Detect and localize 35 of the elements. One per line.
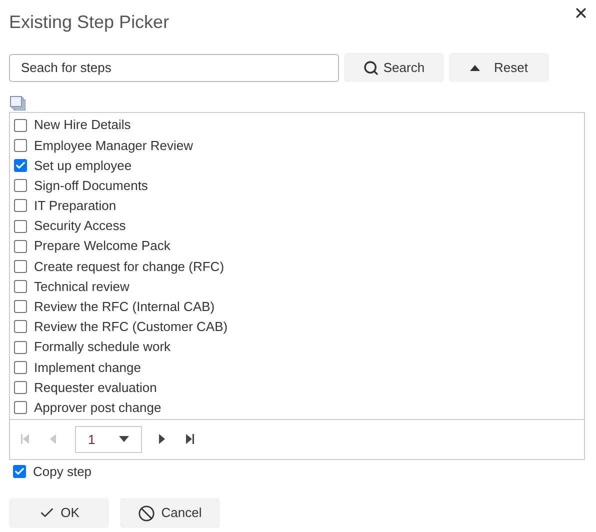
close-button[interactable]: [573, 5, 589, 21]
step-checkbox[interactable]: Security Access: [14, 216, 580, 236]
step-checkbox[interactable]: Create request for change (RFC): [14, 256, 580, 276]
step-checkbox[interactable]: Review the RFC (Internal CAB): [14, 296, 580, 317]
step-checkbox[interactable]: Requester evaluation: [14, 377, 580, 398]
cancel-button[interactable]: Cancel: [120, 498, 220, 528]
last-page-icon: [185, 434, 195, 444]
step-checkbox[interactable]: Formally schedule work: [14, 337, 580, 358]
step-checkbox[interactable]: Prepare Welcome Pack: [14, 236, 580, 256]
page-dropdown[interactable]: 1: [75, 426, 142, 453]
step-checkbox[interactable]: IT Preparation: [14, 196, 580, 216]
step-checkbox[interactable]: New Hire Details: [14, 115, 580, 136]
caret-up-icon: [470, 64, 480, 70]
next-page-icon: [159, 434, 165, 444]
caret-down-icon: [119, 436, 129, 442]
dialog-title: Existing Step Picker: [9, 11, 170, 34]
search-field[interactable]: Seach for steps: [9, 54, 339, 82]
previous-page-icon: [50, 434, 56, 444]
step-checkbox[interactable]: Employee Manager Review: [14, 135, 580, 156]
copy-icon[interactable]: [10, 96, 26, 111]
step-checkbox[interactable]: Technical review: [14, 276, 580, 297]
checkmark-icon: [14, 466, 25, 478]
ok-button[interactable]: OK: [9, 498, 109, 528]
reset-button[interactable]: Reset: [449, 53, 549, 82]
step-checkbox[interactable]: Set up employee: [14, 155, 580, 176]
step-checkbox[interactable]: Review the RFC (Customer CAB): [14, 316, 580, 338]
step-checkbox[interactable]: Implement change: [14, 357, 580, 378]
checkmark-icon: [15, 160, 26, 171]
prohibited-icon: [138, 504, 156, 522]
search-icon: [363, 60, 380, 76]
first-page-icon: [20, 434, 30, 444]
search-button[interactable]: Search: [344, 53, 444, 82]
step-checkbox[interactable]: Approver post change: [14, 398, 580, 418]
step-checkbox[interactable]: Copy step: [13, 462, 587, 482]
step-checkbox[interactable]: Sign-off Documents: [14, 176, 580, 196]
